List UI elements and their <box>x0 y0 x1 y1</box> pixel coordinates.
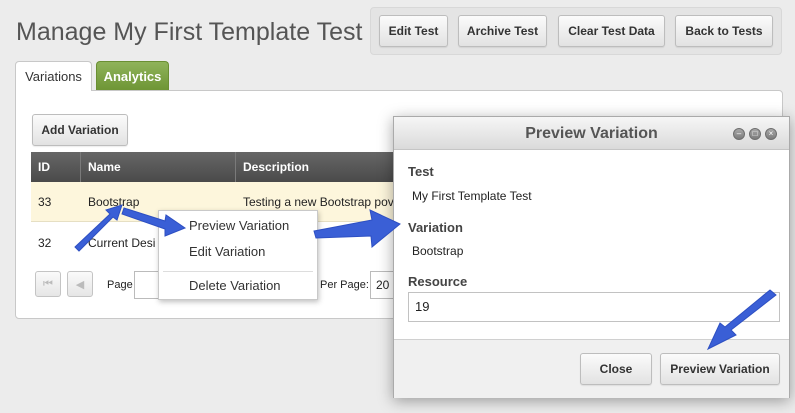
context-menu-preview-variation[interactable]: Preview Variation <box>189 218 289 233</box>
per-page-label: Per Page: <box>320 279 369 291</box>
close-button[interactable]: Close <box>580 353 652 385</box>
cell-id: 33 <box>38 195 52 209</box>
resource-label: Resource <box>408 274 468 289</box>
preview-variation-dialog: Preview Variation – □ × Test My First Te… <box>393 116 790 398</box>
page-title: Manage My First Template Test <box>16 18 363 46</box>
context-menu-edit-variation[interactable]: Edit Variation <box>189 244 265 259</box>
first-page-button[interactable]: ⏮ <box>35 271 61 297</box>
dialog-title: Preview Variation <box>394 117 789 150</box>
test-value: My First Template Test <box>412 189 532 203</box>
column-header-description[interactable]: Description <box>236 152 401 182</box>
dialog-footer: Close Preview Variation <box>394 339 789 398</box>
maximize-icon[interactable]: □ <box>749 128 761 140</box>
page-label: Page <box>107 279 133 291</box>
tab-analytics[interactable]: Analytics <box>96 61 169 91</box>
minimize-icon[interactable]: – <box>733 128 745 140</box>
add-variation-button[interactable]: Add Variation <box>32 114 128 146</box>
column-header-name[interactable]: Name <box>81 152 236 182</box>
resource-input[interactable]: 19 <box>408 292 780 322</box>
variation-value: Bootstrap <box>412 244 464 258</box>
test-label: Test <box>408 164 434 179</box>
prev-page-button[interactable]: ◀ <box>67 271 93 297</box>
close-icon[interactable]: × <box>765 128 777 140</box>
context-menu-separator <box>163 271 313 272</box>
column-header-id[interactable]: ID <box>31 152 81 182</box>
tab-variations[interactable]: Variations <box>15 61 92 91</box>
context-menu-delete-variation[interactable]: Delete Variation <box>189 278 281 293</box>
clear-test-data-button[interactable]: Clear Test Data <box>558 15 665 47</box>
edit-test-button[interactable]: Edit Test <box>379 15 448 47</box>
preview-variation-button[interactable]: Preview Variation <box>660 353 780 385</box>
cell-id: 32 <box>38 236 52 250</box>
archive-test-button[interactable]: Archive Test <box>458 15 547 47</box>
grid-header: ID Name Description <box>31 152 401 182</box>
first-page-icon: ⏮ <box>43 277 53 290</box>
header-action-bar: Edit Test Archive Test Clear Test Data B… <box>370 7 782 55</box>
context-menu: Preview Variation Edit Variation Delete … <box>158 210 318 300</box>
prev-page-icon: ◀ <box>75 278 85 291</box>
variation-label: Variation <box>408 220 463 235</box>
back-to-tests-button[interactable]: Back to Tests <box>675 15 773 47</box>
